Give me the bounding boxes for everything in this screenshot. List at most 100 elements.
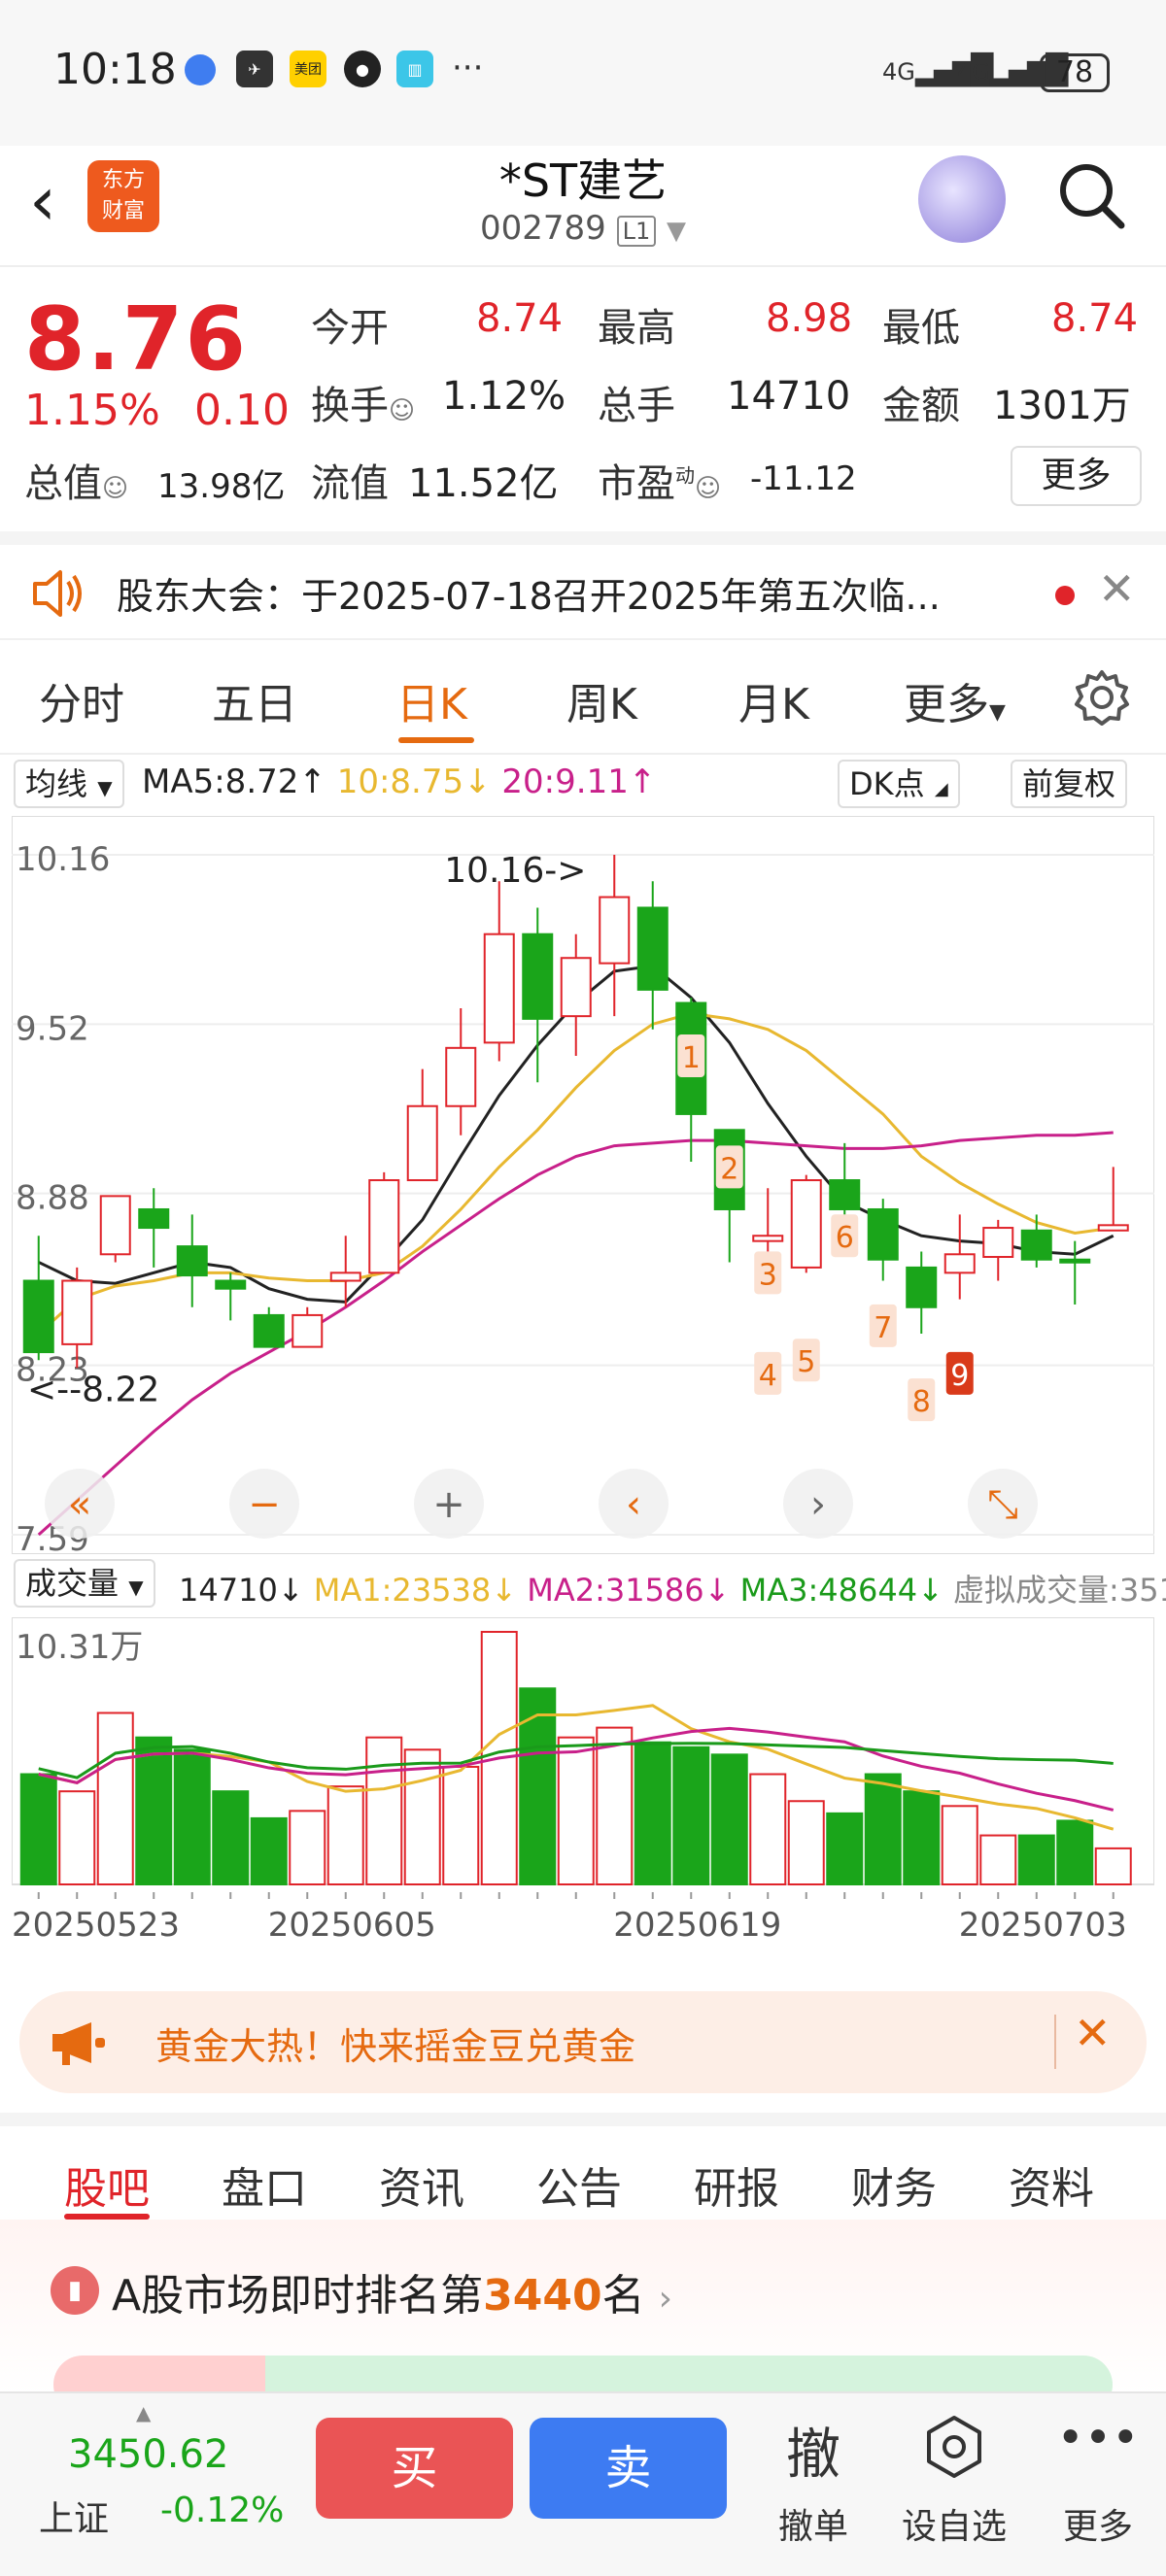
index-value[interactable]: 3450.62 [68, 2432, 228, 2477]
candle [1097, 1224, 1129, 1232]
volume-legend: 14710↓ MA1:23538↓ MA2:31586↓ MA3:48644↓ … [179, 1566, 1166, 1610]
kline-chart[interactable]: 10.169.528.888.237.59 10.16-><--8.221234… [12, 816, 1154, 1554]
tab-more[interactable]: 更多▼ [904, 669, 1006, 731]
volume-bar [442, 1765, 480, 1885]
more-button[interactable]: 更多 [1030, 2498, 1166, 2549]
volume-ma2: MA2:31586↓ [527, 1572, 731, 1609]
dk-point-button[interactable]: DK点 ◢ [838, 760, 960, 808]
divider [1054, 2015, 1056, 2069]
prev-icon-glyph: ‹ [626, 1482, 641, 1527]
annotation-number: 5 [797, 1345, 815, 1379]
candle [1020, 1229, 1052, 1261]
volume-bar [710, 1753, 748, 1885]
megaphone-icon [52, 2022, 105, 2065]
info-icon[interactable]: ☺ [389, 396, 415, 425]
adjust-button[interactable]: 前复权 [1011, 760, 1128, 808]
candle [906, 1266, 938, 1308]
tab-intraday[interactable]: 分时 [39, 669, 124, 731]
chart-period-tabs: 分时 五日 日K 周K 月K 更多▼ [0, 640, 1166, 755]
active-tab-underline [398, 737, 474, 743]
bottom-toolbar: 3450.62 ▲ 上证 -0.12% 买 卖 撤 撤单 设自选 ••• 更多 [0, 2391, 1166, 2576]
volume-bar [787, 1800, 825, 1885]
annotation-number: 9 [950, 1359, 969, 1393]
volume-bar [672, 1746, 710, 1885]
close-icon[interactable]: ✕ [1074, 2007, 1112, 2059]
tab-monthly-k[interactable]: 月K [738, 669, 809, 731]
promo-text: 黄金大热！快来摇金豆兑黄金 [155, 2025, 636, 2068]
chevron-down-icon: ▼ [989, 700, 1006, 725]
feather-app-icon: ✈ [236, 51, 273, 87]
tab-research[interactable]: 研报 [694, 2153, 779, 2216]
promo-banner[interactable]: 黄金大热！快来摇金豆兑黄金 ✕ [19, 1991, 1147, 2093]
candle [329, 1271, 361, 1282]
sell-button[interactable]: 卖 [530, 2418, 727, 2519]
ma10-value: 10:8.75↓ [336, 763, 492, 801]
chevron-down-icon: ▼ [97, 776, 113, 799]
volume-bar [212, 1790, 250, 1886]
volume-bar [96, 1712, 134, 1886]
candle [61, 1279, 93, 1345]
candle [790, 1179, 822, 1269]
gear-icon[interactable] [1074, 669, 1130, 726]
search-icon[interactable] [1057, 161, 1125, 229]
back-icon[interactable]: ‹ [29, 167, 56, 235]
chevron-right-icon: › [658, 2279, 672, 2319]
tab-news[interactable]: 资讯 [379, 2153, 464, 2216]
candle [176, 1245, 208, 1277]
volume-chart[interactable]: 10.31万 20250523 20250605 20250619 20250703 [12, 1617, 1154, 1977]
ma20-value: 20:9.11↑ [501, 763, 657, 801]
candle [636, 906, 669, 991]
close-icon[interactable]: ✕ [1098, 562, 1136, 615]
stock-code[interactable]: 002789 L1 ▼ [389, 209, 777, 248]
low-value: 8.74 [1051, 296, 1139, 341]
tab-weekly-k[interactable]: 周K [566, 669, 637, 731]
caret-up-icon: ▲ [136, 2401, 152, 2424]
change-amount: 0.10 [194, 386, 290, 435]
cancel-order-button[interactable]: 撤单 [745, 2498, 881, 2549]
tab-order-book[interactable]: 盘口 [222, 2153, 307, 2216]
zoom-in-icon-glyph: + [432, 1482, 465, 1527]
add-watchlist-button[interactable]: 设自选 [886, 2498, 1022, 2549]
annotation-number: 6 [836, 1221, 854, 1255]
battery-icon: 78 [1040, 53, 1110, 92]
volume-indicator-selector[interactable]: 成交量 ▼ [14, 1559, 155, 1608]
candle [752, 1235, 784, 1242]
market-cap-value: 13.98亿 [157, 467, 286, 506]
info-icon[interactable]: ☺ [102, 474, 128, 503]
volume-bar [864, 1773, 902, 1885]
x-date-label: 20250703 [959, 1906, 1127, 1945]
candle [560, 957, 592, 1018]
buy-button[interactable]: 买 [316, 2418, 513, 2519]
market-cap-label: 总值☺ [24, 461, 129, 506]
quote-panel: 8.76 1.15% 0.10 今开 8.74 最高 8.98 最低 8.74 … [0, 269, 1166, 531]
volume-bar [289, 1810, 326, 1885]
turnover-value: 1.12% [442, 374, 566, 419]
tab-financials[interactable]: 财务 [851, 2153, 937, 2216]
status-bar: 10:18 ✈ 美团 ● ▥ ··· 4G▂▄▆█ 4G▂▄▆█ 78 [0, 0, 1166, 146]
notice-bar[interactable]: 股东大会：于2025-07-18召开2025年第五次临... ✕ [0, 531, 1166, 640]
watchlist-icon [927, 2416, 981, 2478]
ai-assistant-icon[interactable] [918, 155, 1006, 243]
chevron-down-icon: ▼ [667, 217, 687, 246]
ma-selector[interactable]: 均线 ▼ [14, 760, 124, 808]
tab-forum[interactable]: 股吧 [64, 2153, 150, 2216]
y-tick-label: 9.52 [16, 1009, 89, 1048]
tab-daily-k[interactable]: 日K [396, 669, 467, 731]
tab-five-day[interactable]: 五日 [212, 669, 297, 731]
info-tabs: 股吧 盘口 资讯 公告 研报 财务 资料 [0, 2113, 1166, 2220]
high-value: 8.98 [766, 296, 853, 341]
change-percent: 1.15% [24, 386, 160, 435]
corner-arrow-icon: ◢ [934, 779, 948, 799]
tab-profile[interactable]: 资料 [1009, 2153, 1094, 2216]
cancel-order-icon: 撤 [786, 2423, 840, 2487]
candle [522, 932, 554, 1020]
volume-bar [1017, 1834, 1055, 1886]
candle [867, 1207, 899, 1261]
more-quote-button[interactable]: 更多 [1011, 446, 1142, 506]
rank-card[interactable]: ▮ A股市场即时排名第3440名 › [0, 2220, 1166, 2414]
browser-icon [185, 54, 216, 85]
tab-announcements[interactable]: 公告 [536, 2153, 622, 2216]
volume-bar [250, 1816, 288, 1885]
info-icon[interactable]: ☺ [695, 474, 721, 503]
notice-text: 股东大会：于2025-07-18召开2025年第五次临... [117, 575, 941, 618]
